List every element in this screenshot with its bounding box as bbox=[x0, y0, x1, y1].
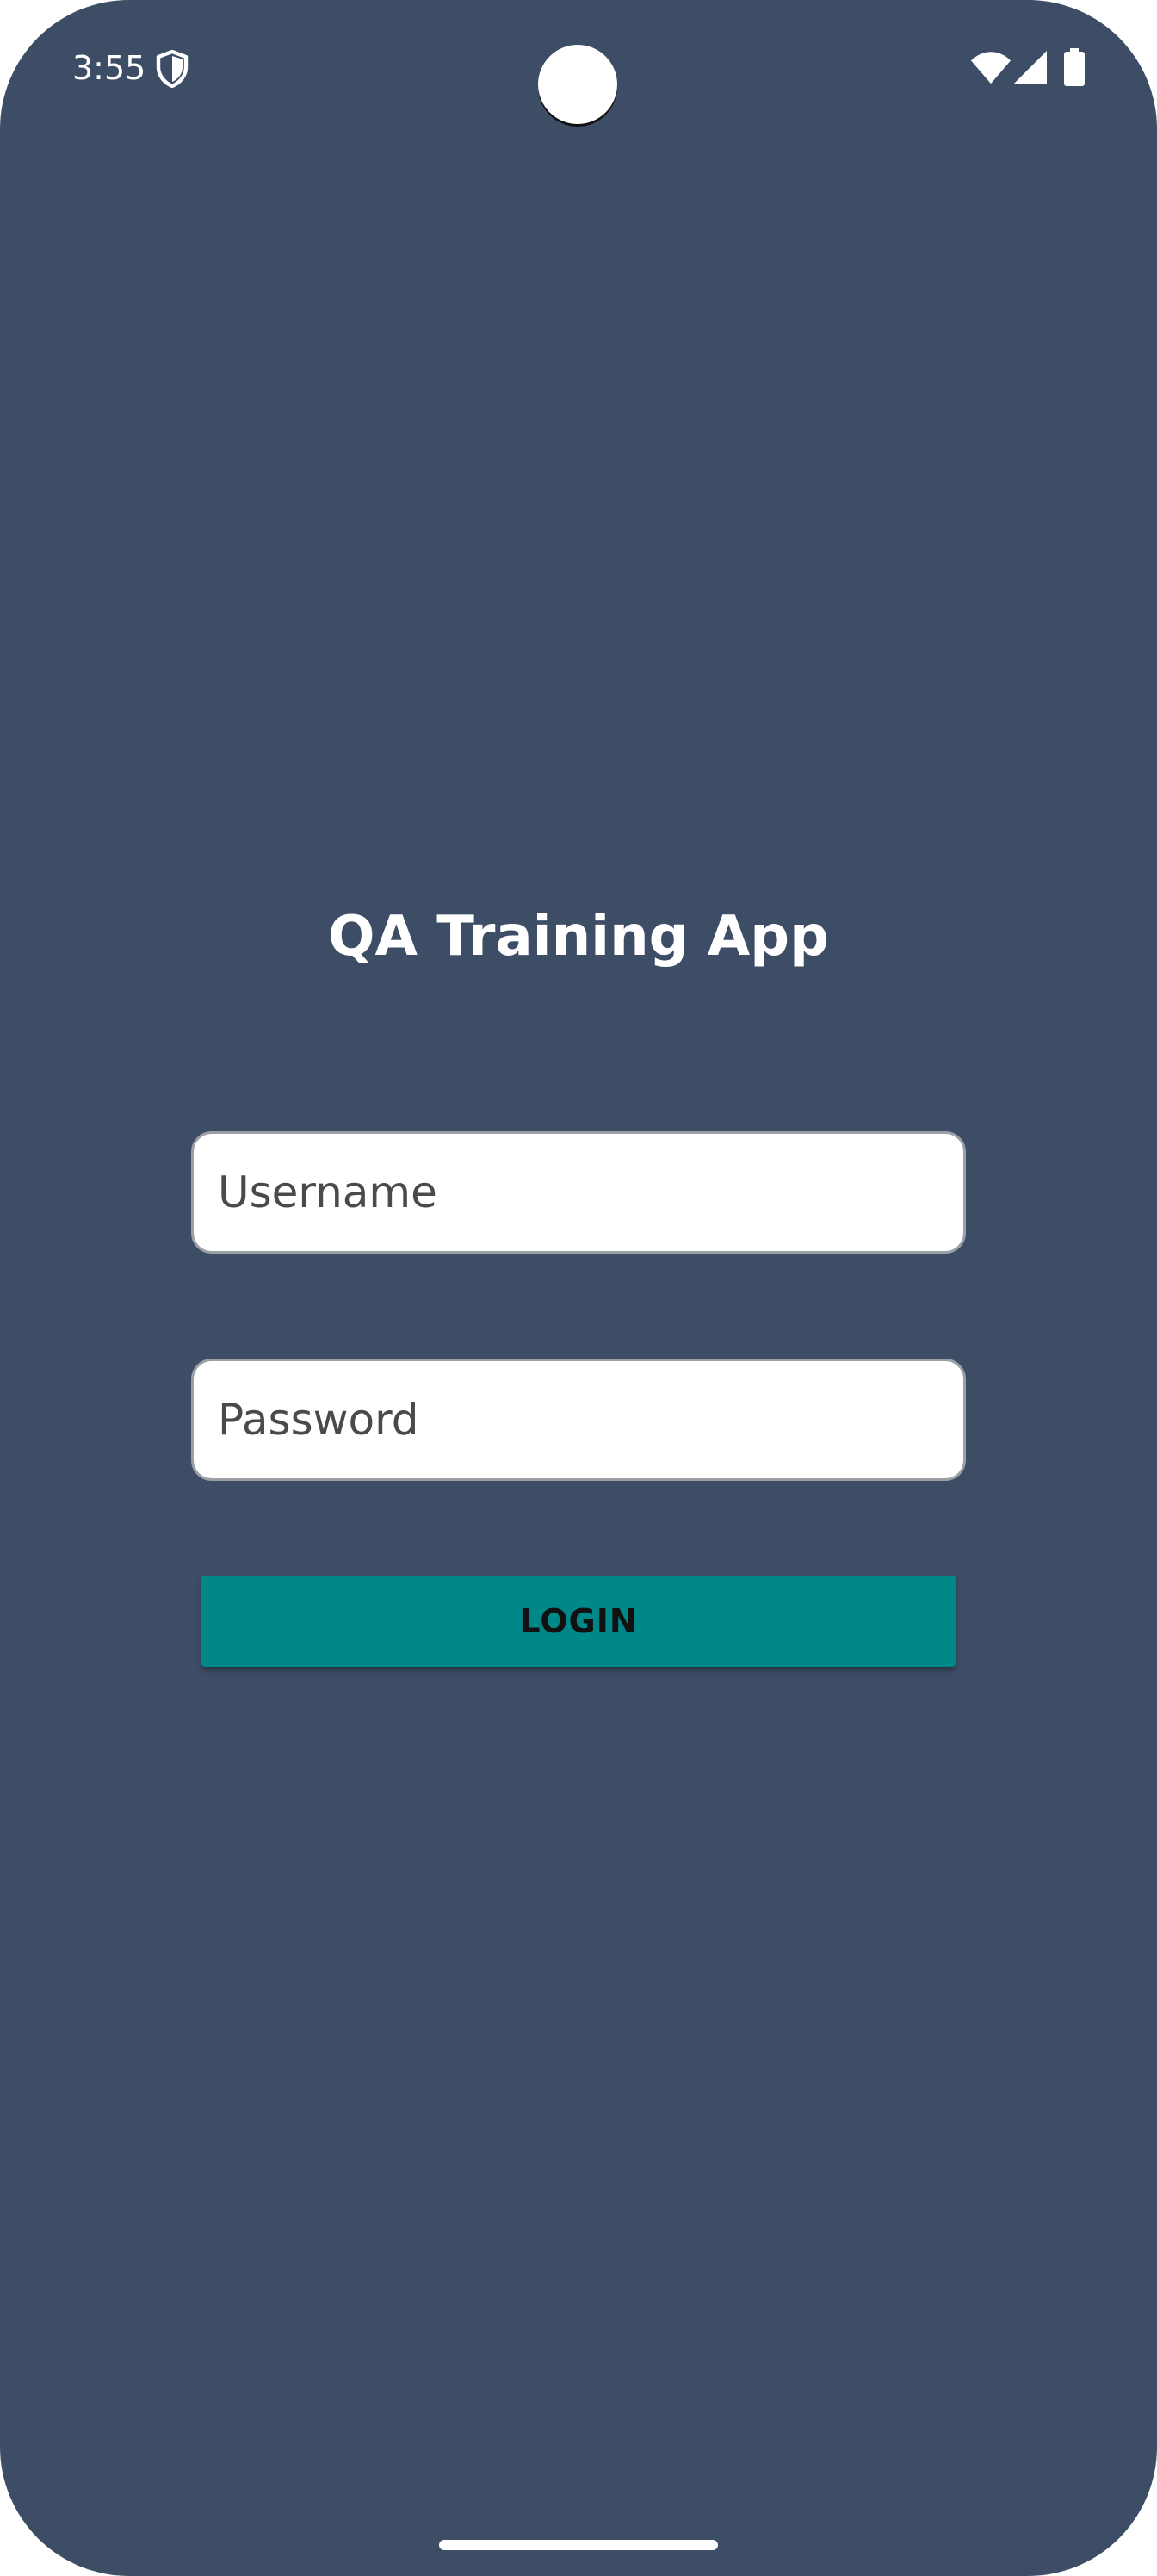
username-input[interactable] bbox=[191, 1131, 966, 1254]
wifi-icon bbox=[971, 52, 1011, 84]
status-bar: 3:55 bbox=[0, 0, 1157, 138]
shield-icon bbox=[156, 50, 189, 88]
status-time: 3:55 bbox=[72, 49, 146, 87]
app-title: QA Training App bbox=[328, 905, 829, 969]
phone-screen: 3:55 QA Training App LOGIN bbox=[0, 0, 1157, 2576]
battery-icon bbox=[1064, 48, 1085, 86]
login-button[interactable]: LOGIN bbox=[201, 1576, 956, 1667]
password-input[interactable] bbox=[191, 1359, 966, 1481]
signal-icon bbox=[1014, 51, 1047, 84]
home-indicator[interactable] bbox=[439, 2540, 718, 2550]
camera-cutout bbox=[538, 45, 617, 124]
